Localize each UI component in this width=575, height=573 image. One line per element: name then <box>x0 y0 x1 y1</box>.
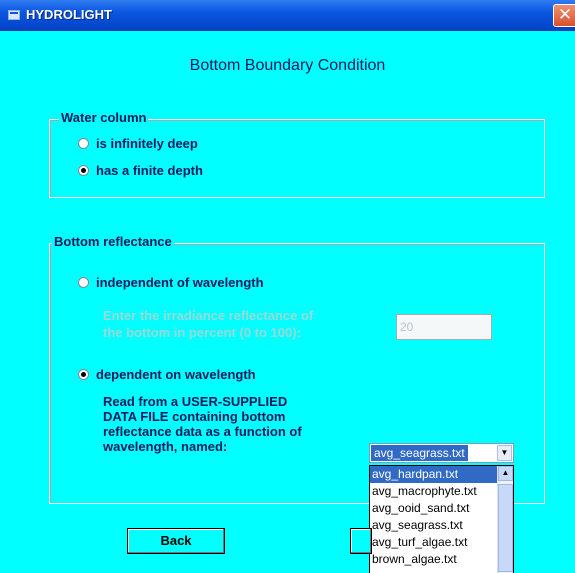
data-file-select[interactable]: avg_seagrass.txt ▼ <box>369 443 514 463</box>
scrollbar-thumb[interactable] <box>498 484 513 572</box>
radio-label: has a finite depth <box>96 163 203 178</box>
reflectance-prompt-line-2: the bottom in percent (0 to 100): <box>103 325 301 340</box>
radio-independent-of-wavelength[interactable]: independent of wavelength <box>78 275 264 290</box>
dropdown-option[interactable]: avg_seagrass.txt <box>370 517 513 534</box>
window-title: HYDROLIGHT <box>26 7 112 22</box>
reflectance-prompt-line-1: Enter the irradiance reflectance of <box>103 308 314 323</box>
back-button[interactable]: Back <box>127 528 225 554</box>
data-file-select-value: avg_seagrass.txt <box>371 445 468 461</box>
chevron-up-icon[interactable]: ▲ <box>498 466 513 481</box>
dropdown-option[interactable]: brown_algae.txt <box>370 551 513 568</box>
page-title: Bottom Boundary Condition <box>189 57 386 74</box>
water-column-legend: Water column <box>59 110 149 125</box>
note-line: wavelength, named: <box>103 439 228 454</box>
dropdown-option[interactable]: avg_hardpan.txt <box>370 466 513 483</box>
radio-label: is infinitely deep <box>96 136 198 151</box>
note-line: Read from a USER-SUPPLIED <box>103 394 288 409</box>
radio-label: dependent on wavelength <box>96 367 256 382</box>
dropdown-scrollbar[interactable]: ▲ <box>497 466 513 573</box>
reflectance-percent-input[interactable]: 20 <box>396 314 492 340</box>
bottom-reflectance-legend: Bottom reflectance <box>52 234 174 249</box>
radio-circle-icon <box>78 138 89 149</box>
radio-selected-icon <box>78 165 89 176</box>
radio-infinitely-deep[interactable]: is infinitely deep <box>78 136 198 151</box>
dropdown-option[interactable]: avg_turf_algae.txt <box>370 534 513 551</box>
water-column-group <box>49 119 545 198</box>
radio-dependent-on-wavelength[interactable]: dependent on wavelength <box>78 367 256 382</box>
data-file-note: Read from a USER-SUPPLIED DATA FILE cont… <box>103 394 302 454</box>
note-line: reflectance data as a function of <box>103 424 302 439</box>
note-line: DATA FILE containing bottom <box>103 409 286 424</box>
chevron-down-icon[interactable]: ▼ <box>497 445 512 461</box>
radio-label: independent of wavelength <box>96 275 264 290</box>
dropdown-option[interactable]: avg_macrophyte.txt <box>370 483 513 500</box>
next-button[interactable] <box>350 528 372 554</box>
radio-circle-icon <box>78 277 89 288</box>
radio-selected-icon <box>78 369 89 380</box>
dropdown-option[interactable]: avg_ooid_sand.txt <box>370 500 513 517</box>
close-button[interactable]: ✕ <box>553 4 575 27</box>
data-file-dropdown-list: avg_hardpan.txt avg_macrophyte.txt avg_o… <box>369 465 514 573</box>
app-icon <box>8 10 20 20</box>
title-bar[interactable]: HYDROLIGHT ✕ <box>0 0 575 31</box>
radio-finite-depth[interactable]: has a finite depth <box>78 163 203 178</box>
hydrolight-window: HYDROLIGHT ✕ Bottom Boundary Condition W… <box>0 0 575 573</box>
